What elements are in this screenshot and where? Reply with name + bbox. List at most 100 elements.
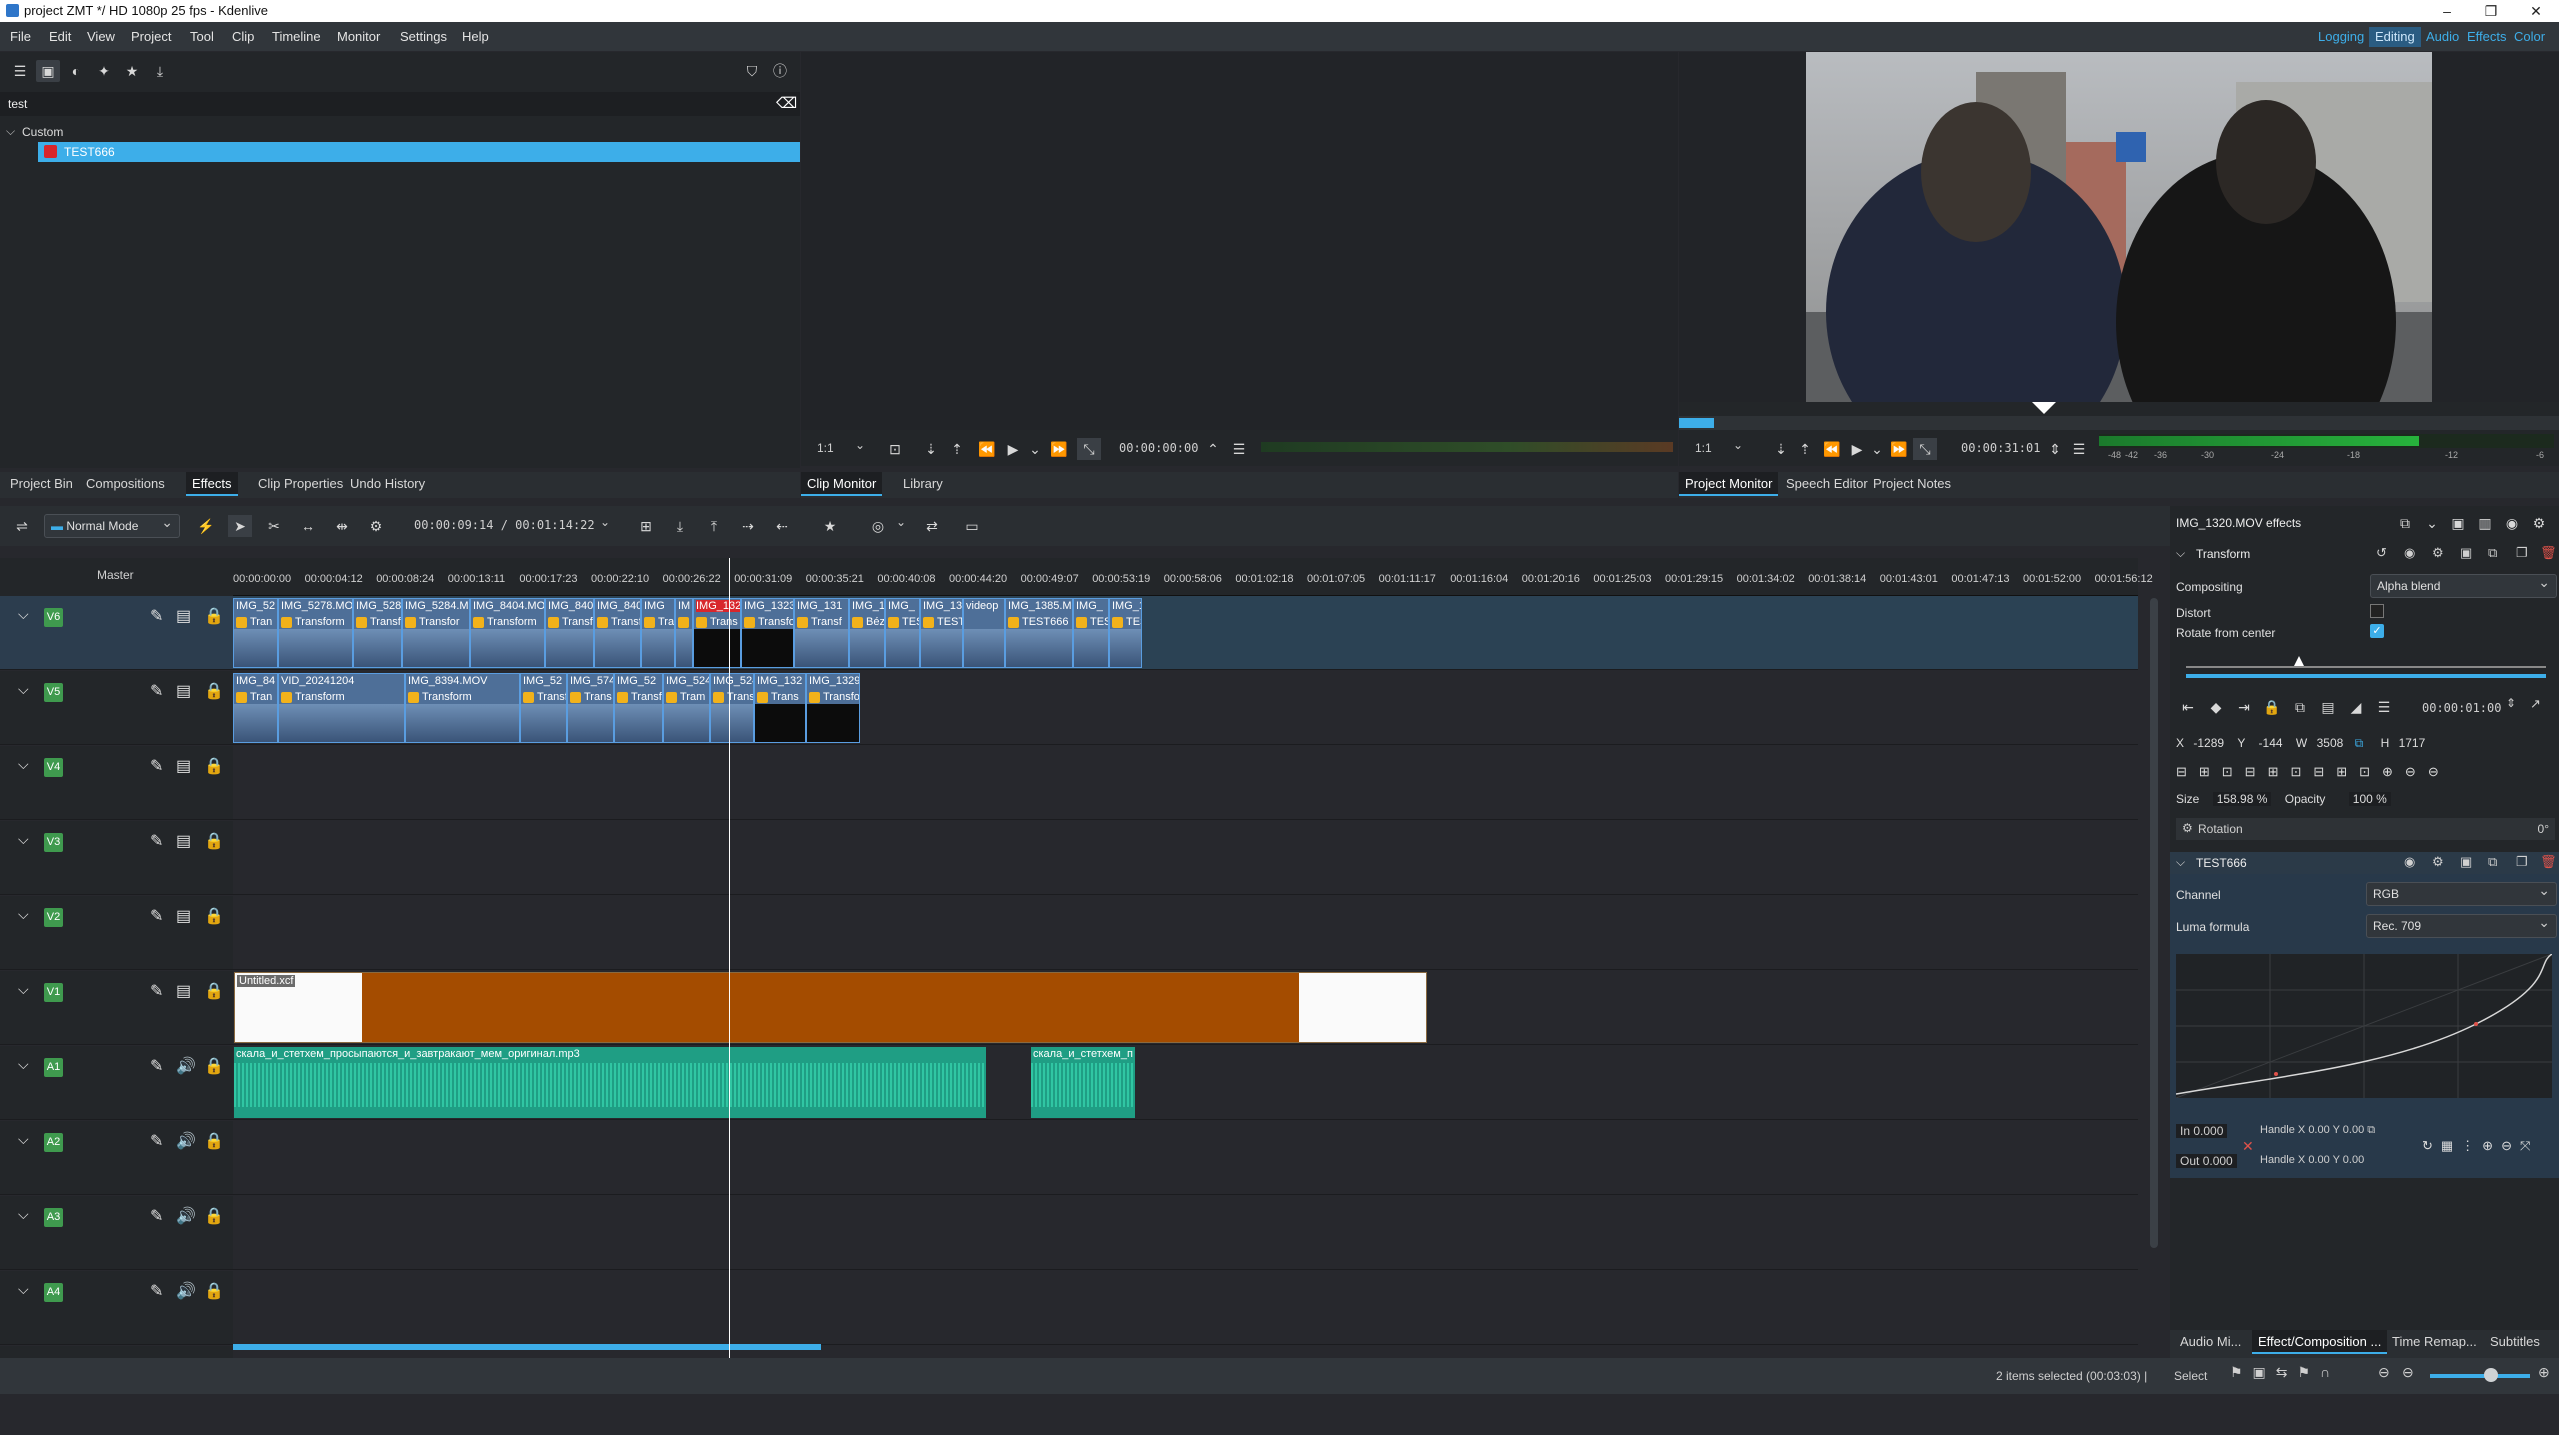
- lock-icon[interactable]: 🔒: [204, 906, 224, 926]
- timeline-vscroll[interactable]: [2150, 598, 2158, 1248]
- track-header-v6[interactable]: ⌵ V6 ✎ ▤ 🔒: [0, 596, 233, 670]
- chevron-down-icon[interactable]: ⌄: [855, 438, 865, 452]
- menu-timeline[interactable]: Timeline: [272, 29, 321, 44]
- effects-wand-icon[interactable]: ✎: [150, 681, 163, 701]
- collapse-icon[interactable]: ⌵: [18, 681, 29, 698]
- in-field[interactable]: In 0.000: [2176, 1124, 2228, 1138]
- collapse-icon[interactable]: ⌵: [18, 756, 29, 773]
- effects-wand-icon[interactable]: ✎: [150, 1206, 163, 1226]
- delete-effect-icon[interactable]: 🗑: [2540, 854, 2557, 870]
- collapse-icon[interactable]: ⌵: [18, 606, 29, 623]
- forward-icon[interactable]: ⏩: [1047, 438, 1071, 460]
- rotate-checkbox[interactable]: ✓: [2370, 624, 2384, 638]
- channel-dropdown[interactable]: RGB: [2366, 879, 2557, 906]
- track-header-v3[interactable]: ⌵ V3 ✎ ▤ 🔒: [0, 821, 233, 895]
- audio-effects-icon[interactable]: ◐: [64, 60, 88, 82]
- lock-icon[interactable]: 🔒: [204, 681, 224, 701]
- align-buttons[interactable]: ⊟⊞⊡⊟⊞⊡⊟⊞⊡⊕⊖⊖: [2176, 764, 2451, 780]
- effects-wand-icon[interactable]: ✎: [150, 756, 163, 776]
- extract-icon[interactable]: ⇠: [770, 515, 794, 537]
- timeline-clip[interactable]: IMG_1323 Transfo: [741, 598, 794, 668]
- zoom-fit-icon[interactable]: ⊖: [2402, 1364, 2414, 1381]
- chevron-down-icon[interactable]: ⌄: [1733, 438, 1743, 452]
- effects-wand-icon[interactable]: ✎: [150, 1281, 163, 1301]
- link-icon[interactable]: ⧉: [2355, 736, 2364, 750]
- chevron-down-icon[interactable]: ⌄: [896, 515, 906, 529]
- favorite-star-icon[interactable]: ★: [818, 515, 842, 537]
- spin-icon[interactable]: ⌃: [1201, 438, 1225, 460]
- add-keyframe-icon[interactable]: ◆: [2204, 696, 2228, 718]
- eye-icon[interactable]: ◉: [2404, 854, 2415, 870]
- play-icon[interactable]: ▶: [1001, 438, 1025, 460]
- tab-project-bin[interactable]: Project Bin: [4, 472, 79, 496]
- menu-edit[interactable]: Edit: [49, 29, 71, 44]
- lock-icon[interactable]: 🔒: [204, 1206, 224, 1226]
- clip-timecode[interactable]: 00:00:00:00: [1119, 441, 1198, 455]
- effects-wand-icon[interactable]: ✎: [150, 981, 163, 1001]
- timeline-clip[interactable]: IMG_132 Trans: [754, 673, 806, 743]
- timeline-clip[interactable]: videop: [963, 598, 1005, 668]
- collapse-icon[interactable]: ⌵: [18, 981, 29, 998]
- duplicate-icon[interactable]: ❐: [2516, 854, 2528, 870]
- insert-icon[interactable]: ⤓: [668, 515, 692, 537]
- hide-track-icon[interactable]: ▤: [176, 756, 191, 776]
- paste-keyframe-icon[interactable]: ▤: [2316, 696, 2340, 718]
- layout-logging[interactable]: Logging: [2312, 27, 2370, 47]
- handle-2-x[interactable]: 0.00: [2308, 1154, 2329, 1166]
- tab-undo-history[interactable]: Undo History: [344, 472, 431, 496]
- slip-tool-icon[interactable]: ⚙: [364, 515, 388, 537]
- spin-icon[interactable]: ⇕: [2043, 438, 2067, 460]
- zone-icon[interactable]: ⤡: [1913, 438, 1937, 460]
- effects-wand-icon[interactable]: ✎: [150, 1131, 163, 1151]
- menu-icon[interactable]: ☰: [2067, 438, 2091, 460]
- copy-keyframe-icon[interactable]: ⧉: [2288, 696, 2312, 718]
- next-keyframe-icon[interactable]: ⇥: [2232, 696, 2256, 718]
- save-stack-icon[interactable]: ▣: [2446, 512, 2470, 534]
- collapse-icon[interactable]: ⌵: [18, 1281, 29, 1298]
- tab-library[interactable]: Library: [897, 472, 949, 496]
- menu-view[interactable]: View: [87, 29, 115, 44]
- custom-effects-icon[interactable]: ✦: [92, 60, 116, 82]
- razor-tool-icon[interactable]: ✂: [262, 515, 286, 537]
- link-icon[interactable]: ⧉: [2367, 1124, 2375, 1136]
- clear-search-icon[interactable]: ⌫: [776, 94, 797, 112]
- filter-icon[interactable]: ⛉: [740, 60, 764, 82]
- layout-effects[interactable]: Effects: [2461, 27, 2513, 47]
- menu-icon[interactable]: ☰: [2372, 696, 2396, 718]
- chevron-down-icon[interactable]: ⌄: [1023, 438, 1047, 460]
- tab-effects[interactable]: Effects: [186, 472, 238, 496]
- lock-keyframe-icon[interactable]: 🔒: [2260, 696, 2284, 718]
- project-zoom-label[interactable]: 1:1: [1695, 441, 1712, 455]
- minimize-button[interactable]: –: [2425, 0, 2469, 22]
- a1-clip-audio[interactable]: скала_и_стетхем_просыпаются_и_завтракают…: [234, 1047, 986, 1118]
- luma-dropdown[interactable]: Rec. 709: [2366, 911, 2557, 938]
- menu-help[interactable]: Help: [462, 29, 489, 44]
- playhead-marker[interactable]: [2032, 402, 2056, 414]
- timeline-settings-icon[interactable]: ⇌: [10, 515, 34, 537]
- fullscreen-icon[interactable]: ⊡: [883, 438, 907, 460]
- collapse-icon[interactable]: ⌵: [18, 1131, 29, 1148]
- tab-project-monitor[interactable]: Project Monitor: [1679, 472, 1779, 496]
- rotation-slider[interactable]: ⚙ Rotation 0°: [2176, 818, 2555, 840]
- info-icon[interactable]: ⓘ: [768, 60, 792, 82]
- overwrite-icon[interactable]: ⤒: [702, 515, 726, 537]
- timeline-clip[interactable]: IMG_524 Trans: [710, 673, 754, 743]
- speaker-icon[interactable]: 🔊: [176, 1281, 196, 1301]
- collapse-icon[interactable]: ⌵: [18, 1056, 29, 1073]
- tab-time-remap[interactable]: Time Remap...: [2386, 1330, 2483, 1354]
- track-lane-v3[interactable]: [233, 821, 2138, 895]
- reset-icon[interactable]: ↺: [2376, 545, 2387, 561]
- status-tool-icons[interactable]: ⚑▣⇆⚑∩: [2230, 1364, 2340, 1381]
- timeline-clip[interactable]: IMG_ TEST: [885, 598, 920, 668]
- track-header-v2[interactable]: ⌵ V2 ✎ ▤ 🔒: [0, 896, 233, 970]
- tab-compositions[interactable]: Compositions: [80, 472, 171, 496]
- clip-zoom-label[interactable]: 1:1: [817, 441, 834, 455]
- speaker-icon[interactable]: 🔊: [176, 1056, 196, 1076]
- x-value[interactable]: -1289: [2193, 736, 2224, 750]
- rewind-icon[interactable]: ⏪: [1820, 438, 1844, 460]
- compositing-dropdown[interactable]: Alpha blend: [2370, 571, 2557, 598]
- handle-1-x[interactable]: 0.00: [2308, 1124, 2329, 1136]
- copy-effect-icon[interactable]: ⧉: [2488, 545, 2497, 561]
- tab-audio-mixer[interactable]: Audio Mi...: [2174, 1330, 2247, 1354]
- w-value[interactable]: 3508: [2317, 736, 2344, 750]
